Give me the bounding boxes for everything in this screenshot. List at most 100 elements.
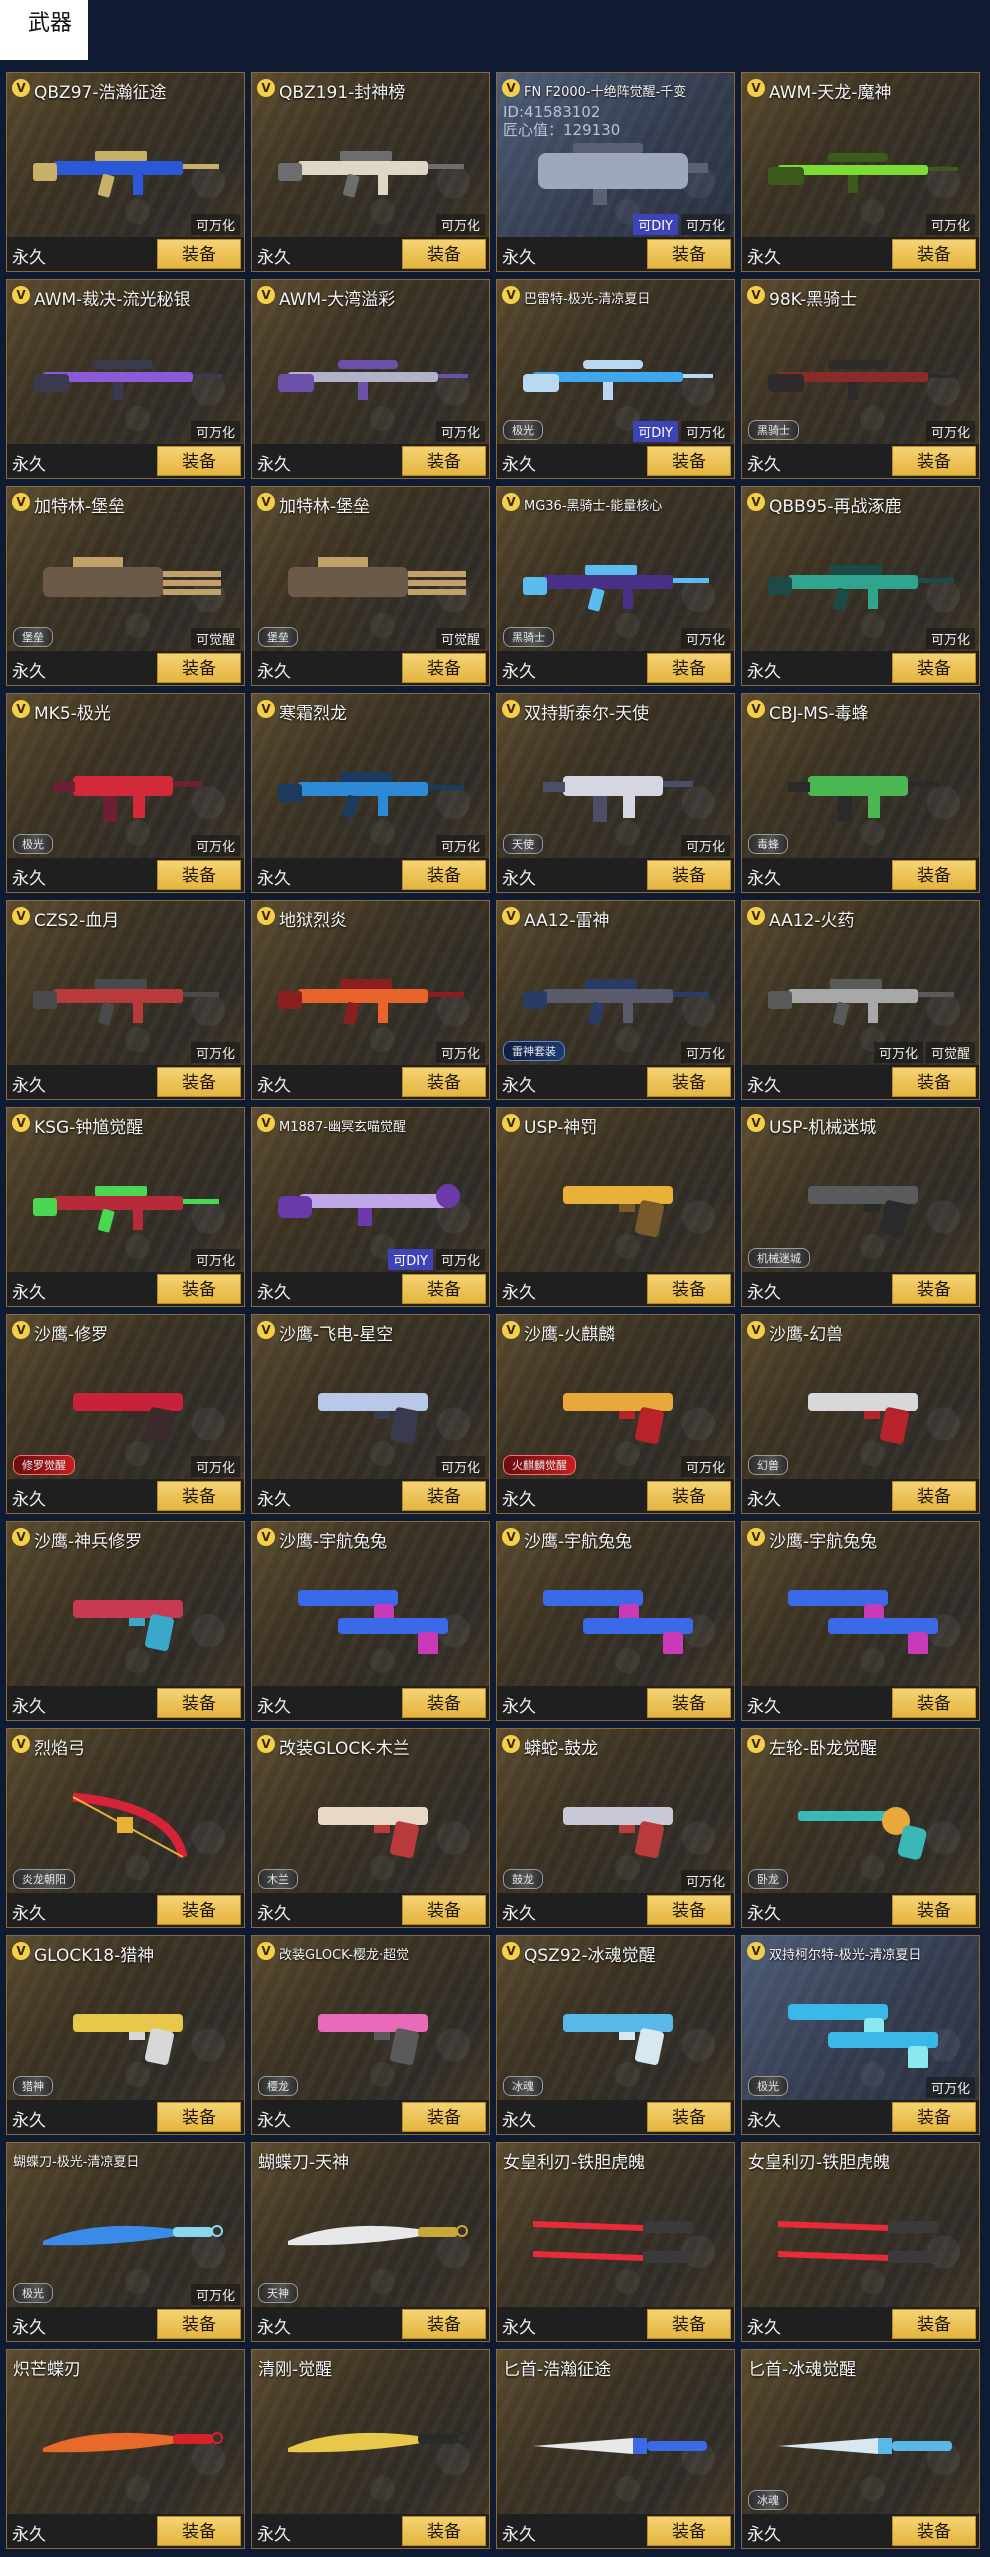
equip-button[interactable]: 装备 [892, 2516, 976, 2546]
equip-button[interactable]: 装备 [892, 2102, 976, 2132]
equip-button[interactable]: 装备 [892, 1895, 976, 1925]
weapon-card[interactable]: V 地狱烈炎 可万化 永久 装备 [251, 900, 490, 1100]
equip-button[interactable]: 装备 [647, 1688, 731, 1718]
equip-button[interactable]: 装备 [892, 653, 976, 683]
weapon-card[interactable]: 清刚-觉醒 永久 装备 [251, 2349, 490, 2549]
weapon-card[interactable]: V 沙鹰-宇航兔兔 永久 装备 [251, 1521, 490, 1721]
weapon-card[interactable]: V 蟒蛇-鼓龙 鼓龙 可万化 永久 装备 [496, 1728, 735, 1928]
weapon-flag: 可万化 [190, 1456, 240, 1477]
weapon-card[interactable]: V QBZ97-浩瀚征途 可万化 永久 装备 [6, 72, 245, 272]
weapon-card[interactable]: V 沙鹰-飞电-星空 可万化 永久 装备 [251, 1314, 490, 1514]
weapon-card[interactable]: V 沙鹰-幻兽 幻兽 永久 装备 [741, 1314, 980, 1514]
weapon-card[interactable]: 匕首-冰魂觉醒 冰魂 永久 装备 [741, 2349, 980, 2549]
equip-button[interactable]: 装备 [647, 1895, 731, 1925]
equip-button[interactable]: 装备 [892, 1067, 976, 1097]
weapon-card[interactable]: 匕首-浩瀚征途 永久 装备 [496, 2349, 735, 2549]
equip-button[interactable]: 装备 [892, 860, 976, 890]
weapon-card[interactable]: V 双持柯尔特-极光-清凉夏日 极光 可万化 永久 装备 [741, 1935, 980, 2135]
equip-button[interactable]: 装备 [157, 653, 241, 683]
weapon-card[interactable]: 蝴蝶刀-天神 天神 永久 装备 [251, 2142, 490, 2342]
weapon-card[interactable]: V MG36-黑骑士-能量核心 黑骑士 可万化 永久 装备 [496, 486, 735, 686]
weapon-card[interactable]: V AWM-裁决-流光秘银 可万化 永久 装备 [6, 279, 245, 479]
equip-button[interactable]: 装备 [402, 1688, 486, 1718]
weapon-card[interactable]: V M1887-幽冥玄喵觉醒 可DIY 可万化 永久 装备 [251, 1107, 490, 1307]
weapon-card[interactable]: V 烈焰弓 炎龙朝阳 永久 装备 [6, 1728, 245, 1928]
equip-button[interactable]: 装备 [402, 2102, 486, 2132]
weapon-card[interactable]: V QSZ92-冰魂觉醒 冰魂 永久 装备 [496, 1935, 735, 2135]
equip-button[interactable]: 装备 [647, 2102, 731, 2132]
weapon-card[interactable]: V 加特林-堡垒 堡垒 可觉醒 永久 装备 [6, 486, 245, 686]
equip-button[interactable]: 装备 [157, 239, 241, 269]
equip-button[interactable]: 装备 [157, 1481, 241, 1511]
equip-button[interactable]: 装备 [647, 2309, 731, 2339]
weapon-card[interactable]: V GLOCK18-猎神 猎神 永久 装备 [6, 1935, 245, 2135]
weapon-card[interactable]: V MK5-极光 极光 可万化 永久 装备 [6, 693, 245, 893]
weapon-card[interactable]: V QBB95-再战涿鹿 可万化 永久 装备 [741, 486, 980, 686]
vip-badge-icon: V [12, 907, 30, 925]
weapon-card[interactable]: V AWM-天龙-魔神 可万化 永久 装备 [741, 72, 980, 272]
equip-button[interactable]: 装备 [157, 2516, 241, 2546]
weapon-card[interactable]: V 改装GLOCK-樱龙·超觉 樱龙 永久 装备 [251, 1935, 490, 2135]
equip-button[interactable]: 装备 [647, 1067, 731, 1097]
equip-button[interactable]: 装备 [647, 446, 731, 476]
equip-button[interactable]: 装备 [647, 239, 731, 269]
weapon-card[interactable]: V 沙鹰-修罗 修罗觉醒 可万化 永久 装备 [6, 1314, 245, 1514]
weapon-card[interactable]: V 寒霜烈龙 可万化 永久 装备 [251, 693, 490, 893]
equip-button[interactable]: 装备 [157, 446, 241, 476]
equip-button[interactable]: 装备 [157, 1895, 241, 1925]
equip-button[interactable]: 装备 [402, 1481, 486, 1511]
weapon-card[interactable]: V 沙鹰-宇航兔兔 永久 装备 [741, 1521, 980, 1721]
weapon-card[interactable]: V 巴雷特-极光-清凉夏日 极光 可DIY 可万化 永久 装备 [496, 279, 735, 479]
equip-button[interactable]: 装备 [892, 1274, 976, 1304]
weapon-card[interactable]: V 双持斯泰尔-天使 天使 可万化 永久 装备 [496, 693, 735, 893]
weapon-icon [533, 2221, 693, 2263]
equip-button[interactable]: 装备 [402, 2516, 486, 2546]
equip-button[interactable]: 装备 [402, 1895, 486, 1925]
equip-button[interactable]: 装备 [402, 1274, 486, 1304]
weapon-card[interactable]: V AA12-雷神 雷神套装 可万化 永久 装备 [496, 900, 735, 1100]
equip-button[interactable]: 装备 [892, 1688, 976, 1718]
equip-button[interactable]: 装备 [402, 2309, 486, 2339]
equip-button[interactable]: 装备 [647, 860, 731, 890]
equip-button[interactable]: 装备 [157, 1688, 241, 1718]
weapon-card[interactable]: V 加特林-堡垒 堡垒 可觉醒 永久 装备 [251, 486, 490, 686]
equip-button[interactable]: 装备 [402, 239, 486, 269]
weapon-card[interactable]: V QBZ191-封神榜 可万化 永久 装备 [251, 72, 490, 272]
weapon-card[interactable]: 蝴蝶刀-极光-清凉夏日 极光 可万化 永久 装备 [6, 2142, 245, 2342]
equip-button[interactable]: 装备 [157, 1067, 241, 1097]
equip-button[interactable]: 装备 [647, 653, 731, 683]
weapon-card[interactable]: V 沙鹰-火麒麟 火麒麟觉醒 可万化 永久 装备 [496, 1314, 735, 1514]
weapon-card[interactable]: 女皇利刃-铁胆虎魄 永久 装备 [496, 2142, 735, 2342]
weapon-card[interactable]: 女皇利刃-铁胆虎魄 永久 装备 [741, 2142, 980, 2342]
equip-button[interactable]: 装备 [157, 2102, 241, 2132]
equip-button[interactable]: 装备 [647, 1481, 731, 1511]
weapon-card[interactable]: V CZS2-血月 可万化 永久 装备 [6, 900, 245, 1100]
equip-button[interactable]: 装备 [892, 2309, 976, 2339]
equip-button[interactable]: 装备 [402, 860, 486, 890]
equip-button[interactable]: 装备 [402, 653, 486, 683]
weapon-card[interactable]: V 左轮-卧龙觉醒 卧龙 永久 装备 [741, 1728, 980, 1928]
weapon-card[interactable]: 炽芒蝶刃 永久 装备 [6, 2349, 245, 2549]
weapon-card[interactable]: V USP-机械迷城 机械迷城 永久 装备 [741, 1107, 980, 1307]
equip-button[interactable]: 装备 [402, 446, 486, 476]
equip-button[interactable]: 装备 [892, 1481, 976, 1511]
weapon-card[interactable]: V USP-神罚 永久 装备 [496, 1107, 735, 1307]
weapon-card[interactable]: V CBJ-MS-毒蜂 毒蜂 永久 装备 [741, 693, 980, 893]
equip-button[interactable]: 装备 [892, 446, 976, 476]
weapon-card[interactable]: V AA12-火药 可万化 可觉醒 永久 装备 [741, 900, 980, 1100]
weapon-card[interactable]: V KSG-钟馗觉醒 可万化 永久 装备 [6, 1107, 245, 1307]
weapon-card[interactable]: V 沙鹰-宇航兔兔 永久 装备 [496, 1521, 735, 1721]
equip-button[interactable]: 装备 [157, 1274, 241, 1304]
weapon-card[interactable]: V 98K-黑骑士 黑骑士 可万化 永久 装备 [741, 279, 980, 479]
equip-button[interactable]: 装备 [647, 1274, 731, 1304]
equip-button[interactable]: 装备 [647, 2516, 731, 2546]
tab-weapons[interactable]: 武器 [0, 0, 88, 60]
equip-button[interactable]: 装备 [157, 860, 241, 890]
equip-button[interactable]: 装备 [157, 2309, 241, 2339]
equip-button[interactable]: 装备 [892, 239, 976, 269]
weapon-card[interactable]: V 改装GLOCK-木兰 木兰 永久 装备 [251, 1728, 490, 1928]
weapon-card[interactable]: V AWM-大湾溢彩 可万化 永久 装备 [251, 279, 490, 479]
weapon-card[interactable]: V FN F2000-十绝阵觉醒-千变 ID:41583102 匠心值：129130 … [496, 72, 735, 272]
equip-button[interactable]: 装备 [402, 1067, 486, 1097]
weapon-card[interactable]: V 沙鹰-神兵修罗 永久 装备 [6, 1521, 245, 1721]
